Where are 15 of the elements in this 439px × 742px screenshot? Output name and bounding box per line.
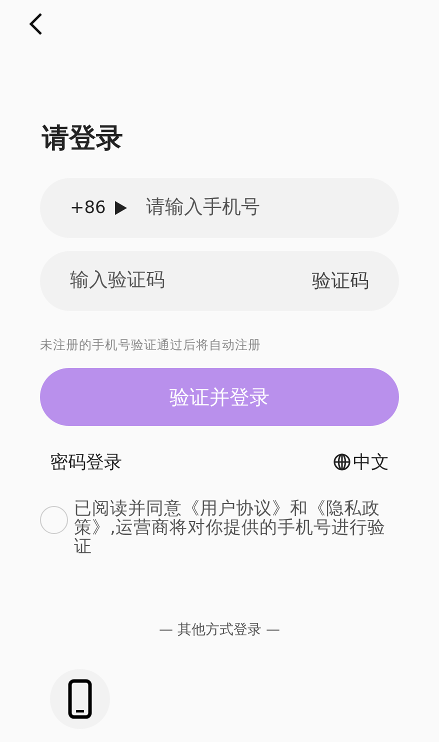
phone-field[interactable]: +86 请输入手机号 [40,178,399,238]
globe-icon[interactable] [333,453,351,471]
agreement-text: 已阅读并同意《用户协议》和《隐私政策》,运营商将对你提供的手机号进行验证 [74,500,387,557]
send-code-button[interactable]: 验证码 [312,268,369,294]
other-login-label: — 其他方式登录 — [158,621,281,639]
dropdown-icon[interactable] [114,200,128,216]
password-login-link[interactable]: 密码登录 [50,450,122,474]
language-link[interactable]: 中文 [353,450,389,474]
country-code[interactable]: +86 [70,198,106,218]
page-title: 请登录 [42,122,124,156]
agreement-checkbox[interactable] [40,506,68,534]
back-icon[interactable] [28,12,44,36]
code-field[interactable]: 输入验证码 验证码 [40,251,399,311]
phone-icon [68,679,92,719]
hint-text: 未注册的手机号验证通过后将自动注册 [40,337,262,354]
